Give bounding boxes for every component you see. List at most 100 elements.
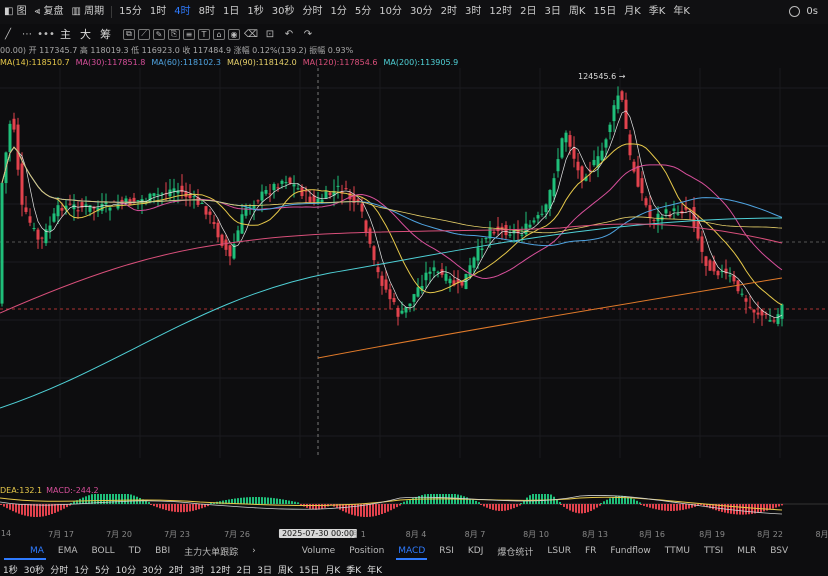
timeframe-13[interactable]: 10分 [375,0,406,24]
settings-icon[interactable] [789,6,800,17]
macd-bar [0,504,2,505]
lock-icon[interactable]: ⊡ [262,27,278,41]
timeframe-10[interactable]: 分时 [298,0,326,24]
eye-icon[interactable]: ◉ [228,28,240,40]
indicator-14[interactable]: FR [579,546,604,556]
indicator-6[interactable]: › [246,546,264,556]
indicator-10[interactable]: RSI [433,546,462,556]
bottom-timeframe-11[interactable]: 3日 [254,563,275,576]
text-tool-2[interactable]: 筹 [97,27,114,41]
macd-bar [685,504,687,510]
timeframe-4[interactable]: 1时 [146,0,170,24]
timeframe-19[interactable]: 3日 [541,0,565,24]
timeframe-11[interactable]: 1分 [326,0,350,24]
timeframe-23[interactable]: 季K [645,0,670,24]
timeframe-12[interactable]: 5分 [351,0,375,24]
timeframe-5[interactable]: 4时 [170,0,194,24]
timeframe-2[interactable]: ▥ 周期 [67,0,108,24]
indicator-15[interactable]: Fundflow [604,546,658,556]
timeframe-24[interactable]: 年K [669,0,694,24]
bottom-timeframe-13[interactable]: 15日 [296,563,322,576]
indicator-18[interactable]: MLR [731,546,764,556]
indicator-16[interactable]: TTMU [659,546,698,556]
date-tick: 7月 17 [48,530,74,539]
shape-icon[interactable]: ⌂ [213,28,225,40]
bottom-timeframe-14[interactable]: 月K [322,563,343,576]
fib-icon[interactable]: ≡ [183,28,195,40]
indicator-13[interactable]: LSUR [541,546,579,556]
macd-bar [498,504,500,511]
macd-bar [258,497,260,504]
bottom-timeframe-6[interactable]: 30分 [139,563,165,576]
indicator-2[interactable]: BOLL [86,546,123,556]
indicator-17[interactable]: TTSI [698,546,731,556]
macd-bar [165,504,167,511]
macd-bar [270,497,272,504]
bottom-timeframe-12[interactable]: 周K [275,563,296,576]
timeframe-22[interactable]: 月K [620,0,645,24]
bottom-timeframe-2[interactable]: 分时 [47,563,71,576]
brush-icon[interactable]: ✎ [153,28,165,40]
timeframe-9[interactable]: 30秒 [268,0,299,24]
candle-body [12,118,16,130]
timeframe-20[interactable]: 周K [565,0,590,24]
timeframe-0[interactable]: ◧ 图 [0,0,31,24]
indicator-12[interactable]: 爆仓统计 [491,545,541,558]
trash-icon[interactable]: ⌫ [243,27,259,41]
macd-bar [403,501,405,504]
indicator-19[interactable]: BSV [764,546,796,556]
candle-body [408,303,412,307]
undo-icon[interactable]: ↶ [281,27,297,41]
ruler-icon[interactable]: ⟋ [138,28,150,40]
macd-bar [273,498,275,504]
candlestick-chart[interactable]: 124545.6 → [0,68,828,458]
macd-chart[interactable] [0,494,828,528]
macd-bar [682,504,684,510]
rect-tool-icon[interactable]: ⧉ [123,28,135,40]
bottom-timeframe-8[interactable]: 3时 [186,563,207,576]
indicator-1[interactable]: EMA [52,546,86,556]
bottom-timeframe-16[interactable]: 年K [364,563,385,576]
indicator-5[interactable]: 主力大单跟踪 [178,545,246,558]
timeframe-21[interactable]: 15日 [589,0,620,24]
more-icon[interactable]: ⋯ [19,27,35,41]
redo-icon[interactable]: ↷ [300,27,316,41]
macd-bar [501,504,503,511]
timeframe-16[interactable]: 3时 [461,0,485,24]
line-tool-icon[interactable]: ╱ [0,27,16,41]
bottom-timeframe-7[interactable]: 2时 [166,563,187,576]
timeframe-6[interactable]: 8时 [195,0,219,24]
indicator-3[interactable]: TD [123,546,149,556]
bottom-timeframe-4[interactable]: 5分 [92,563,113,576]
bottom-timeframe-1[interactable]: 30秒 [21,563,47,576]
bottom-timeframe-9[interactable]: 12时 [207,563,233,576]
indicator-0[interactable]: MA [0,546,52,560]
timeframe-7[interactable]: 1日 [219,0,243,24]
timeframe-15[interactable]: 2时 [437,0,461,24]
indicator-11[interactable]: KDJ [462,546,492,556]
macd-bar [186,504,188,512]
marker-icon[interactable]: ⎘ [168,28,180,40]
text-icon[interactable]: T [198,28,210,40]
bottom-timeframe-3[interactable]: 1分 [71,563,92,576]
timeframe-3[interactable]: 15分 [115,0,146,24]
timeframe-18[interactable]: 2日 [516,0,540,24]
timeframe-14[interactable]: 30分 [406,0,437,24]
candle-body [124,198,128,203]
dots-icon[interactable]: ••• [37,27,55,41]
indicator-4[interactable]: BBI [149,546,178,556]
timeframe-1[interactable]: ⫷ 复盘 [31,0,68,24]
bottom-timeframe-0[interactable]: 1秒 [0,563,21,576]
text-tool-1[interactable]: 大 [77,27,94,41]
macd-bar [673,504,675,511]
timeframe-8[interactable]: 1秒 [243,0,267,24]
macd-bar [189,504,191,512]
indicator-8[interactable]: Position [343,546,392,556]
timeframe-17[interactable]: 12时 [485,0,516,24]
indicator-9[interactable]: MACD [392,546,433,560]
indicator-7[interactable]: Volume [296,546,343,556]
bottom-timeframe-15[interactable]: 季K [343,563,364,576]
bottom-timeframe-10[interactable]: 2日 [234,563,255,576]
bottom-timeframe-5[interactable]: 10分 [113,563,139,576]
text-tool-0[interactable]: 主 [57,27,74,41]
